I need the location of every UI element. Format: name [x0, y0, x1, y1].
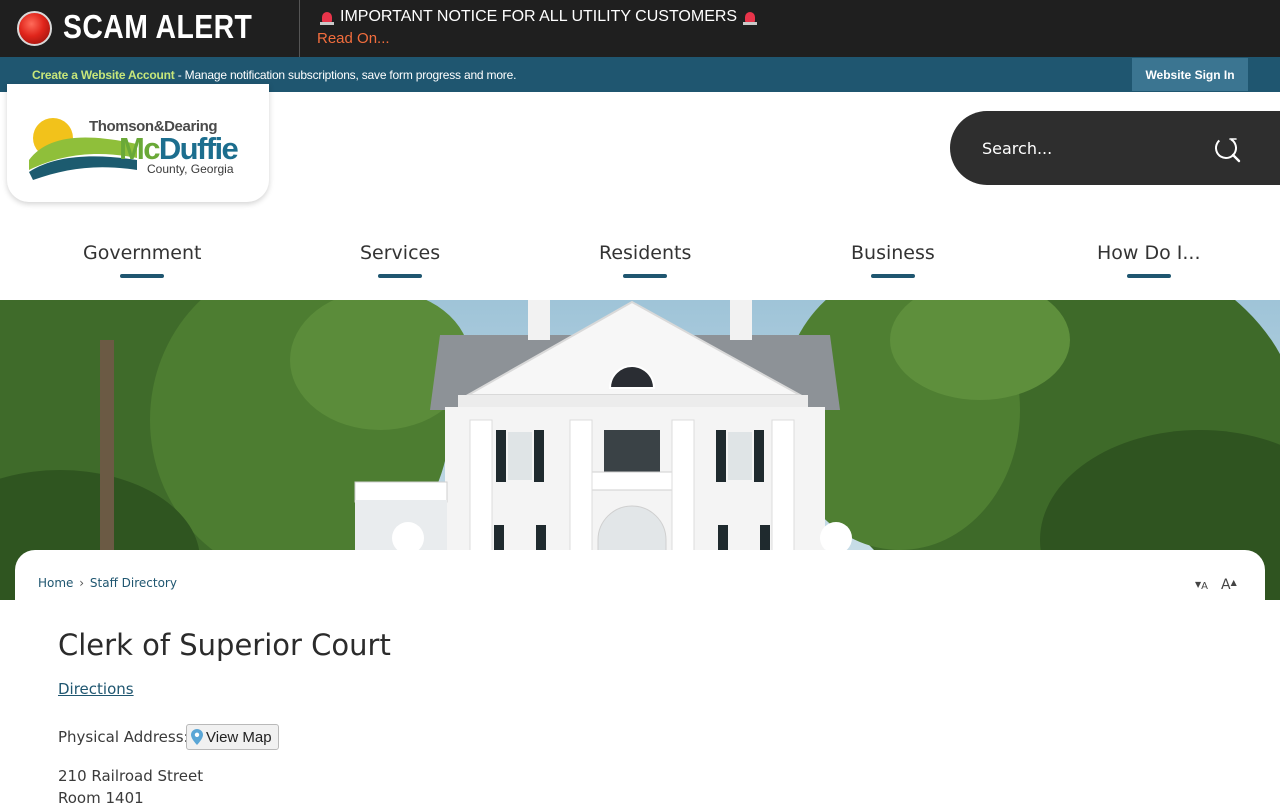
decrease-font-button[interactable]: ▼A: [1195, 574, 1208, 593]
create-account-link[interactable]: Create a Website Account: [32, 68, 175, 82]
alert-bar: SCAM ALERT IMPORTANT NOTICE FOR ALL UTIL…: [0, 0, 1280, 57]
siren-icon: [320, 10, 334, 25]
search-box: [950, 111, 1280, 185]
logo-duffie: Duffie: [158, 131, 239, 166]
nav-label: Residents: [599, 242, 692, 264]
logo-mc: Mc: [119, 131, 160, 166]
siren-icon: [743, 10, 758, 25]
alert-message-text: IMPORTANT NOTICE FOR ALL UTILITY CUSTOME…: [340, 8, 738, 25]
account-notice: Create a Website Account - Manage notifi…: [32, 68, 516, 82]
nav-label: How Do I...: [1097, 242, 1201, 264]
search-input[interactable]: [982, 135, 1202, 161]
nav-underline: [1126, 274, 1171, 278]
main-nav: Government Services Residents Business H…: [0, 230, 1280, 290]
scam-alert-title: SCAM ALERT: [63, 8, 253, 45]
view-map-button[interactable]: View Map: [186, 724, 279, 750]
scam-alert-panel[interactable]: SCAM ALERT: [0, 0, 300, 57]
nav-government[interactable]: Government: [83, 242, 202, 278]
website-sign-in-button[interactable]: Website Sign In: [1132, 58, 1248, 91]
read-on-link[interactable]: Read On...: [317, 30, 390, 47]
address-line-2: Room 1401: [58, 789, 144, 807]
site-logo[interactable]: Thomson&Dearing McDuffie County, Georgia: [7, 84, 269, 202]
nav-underline: [870, 274, 915, 278]
address-line-1: 210 Railroad Street: [58, 767, 204, 785]
caret-up-icon: ▲: [1230, 578, 1237, 587]
breadcrumb-staff-directory[interactable]: Staff Directory: [90, 576, 177, 590]
nav-underline: [623, 274, 668, 278]
view-map-label: View Map: [206, 728, 272, 746]
breadcrumb-home[interactable]: Home: [38, 576, 73, 590]
nav-underline: [378, 274, 423, 278]
page-title: Clerk of Superior Court: [58, 628, 391, 662]
logo-line-3: County, Georgia: [147, 162, 234, 176]
nav-label: Business: [851, 242, 935, 264]
nav-label: Services: [360, 242, 441, 264]
breadcrumb-separator: ›: [79, 576, 85, 590]
nav-how-do-i[interactable]: How Do I...: [1097, 242, 1201, 278]
increase-font-label: A: [1221, 577, 1231, 593]
nav-label: Government: [83, 242, 202, 264]
account-description: - Manage notification subscriptions, sav…: [174, 68, 517, 82]
physical-address-label: Physical Address:: [58, 728, 189, 746]
nav-business[interactable]: Business: [851, 242, 935, 278]
search-icon[interactable]: [1212, 133, 1242, 163]
nav-services[interactable]: Services: [360, 242, 441, 278]
nav-underline: [120, 274, 165, 278]
content-card: Home › Staff Directory ▼A A▲ Clerk of Su…: [15, 550, 1265, 810]
decrease-font-label: A: [1201, 581, 1208, 592]
alert-light-icon: [17, 11, 52, 46]
directions-link[interactable]: Directions: [58, 680, 134, 698]
nav-residents[interactable]: Residents: [599, 242, 692, 278]
alert-message[interactable]: IMPORTANT NOTICE FOR ALL UTILITY CUSTOME…: [320, 8, 758, 26]
increase-font-button[interactable]: A▲: [1221, 574, 1237, 593]
breadcrumb: Home › Staff Directory: [38, 576, 177, 590]
map-pin-icon: [191, 729, 203, 745]
